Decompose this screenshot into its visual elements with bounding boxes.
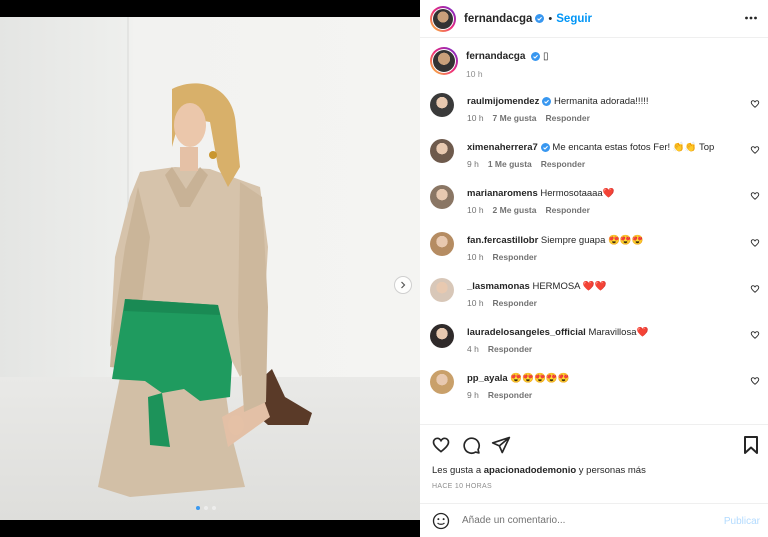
commenter-avatar[interactable] <box>430 185 454 210</box>
comment-row: _lasmamonas HERMOSA ❤️❤️ 10 h Responder <box>430 277 760 318</box>
comment-likes[interactable]: 7 Me gusta <box>493 113 537 123</box>
comment-row: pp_ayala 😍😍😍😍😍 9 h Responder <box>430 370 760 410</box>
post-timestamp[interactable]: HACE 10 HORAS <box>432 483 492 490</box>
share-send-icon[interactable] <box>491 435 511 455</box>
comment-time[interactable]: 10 h <box>467 205 484 215</box>
comment-row: raulmijomendez Hermanita adorada!!!!! 10 … <box>430 93 760 133</box>
reply-button[interactable]: Responder <box>488 344 532 354</box>
commenter-avatar[interactable] <box>430 93 454 117</box>
author-avatar[interactable] <box>430 5 456 32</box>
comment-text: Hermosotaaaa❤️ <box>540 188 615 200</box>
commenter-username[interactable]: ximenaherrera7 <box>467 142 538 153</box>
likes-suffix[interactable]: y personas más <box>579 465 646 476</box>
carousel-dot-active <box>196 506 200 510</box>
post-side-panel: fernandacga • Seguir fernandacga ▯ 10 h … <box>420 0 768 537</box>
comment-like-heart-icon[interactable] <box>750 376 760 386</box>
comment-like-heart-icon[interactable] <box>750 145 760 155</box>
comment-row: marianaromens Hermosotaaaa❤️ 10 h 2 Me gus… <box>430 185 760 225</box>
author-username[interactable]: fernandacga <box>464 13 532 25</box>
reply-button[interactable]: Responder <box>493 252 537 262</box>
carousel-dot <box>204 506 208 510</box>
caption-time: 10 h <box>466 69 483 79</box>
comment-icon[interactable] <box>461 435 481 455</box>
verified-badge-icon <box>531 51 541 61</box>
comment-text: HERMOSA ❤️❤️ <box>532 280 607 292</box>
post-media-pane <box>0 0 420 537</box>
carousel-indicator <box>196 506 216 510</box>
liked-by-user[interactable]: apacionadodemonio <box>484 465 576 476</box>
reply-button[interactable]: Responder <box>545 205 589 215</box>
comment-time[interactable]: 10 h <box>467 113 484 123</box>
caption-avatar[interactable] <box>430 47 458 75</box>
commenter-username[interactable]: marianaromens <box>467 188 538 199</box>
comment-like-heart-icon[interactable] <box>750 330 760 340</box>
comment-like-heart-icon[interactable] <box>750 191 760 201</box>
comment-time[interactable]: 9 h <box>467 159 479 169</box>
post-actions: Les gusta a apacionadodemonio y personas… <box>420 424 768 502</box>
commenter-avatar[interactable] <box>430 324 454 348</box>
comment-row: ximenaherrera7 Me encanta estas fotos Fe… <box>430 139 760 179</box>
comment-row: fan.fercastillobr Siempre guapa 😍😍😍 10 h R… <box>430 231 760 272</box>
commenter-username[interactable]: pp_ayala <box>467 373 508 384</box>
caption-text: ▯ <box>543 51 549 62</box>
header-separator: • <box>548 12 553 25</box>
commenter-username[interactable]: _lasmamonas <box>467 281 530 292</box>
comment-likes[interactable]: 1 Me gusta <box>488 159 532 169</box>
commenter-avatar[interactable] <box>430 277 454 302</box>
publish-button[interactable]: Publicar <box>724 516 760 527</box>
reply-button[interactable]: Responder <box>541 159 585 169</box>
reply-button[interactable]: Responder <box>493 298 537 308</box>
commenter-avatar[interactable] <box>430 370 454 395</box>
commenter-username[interactable]: fan.fercastillobr <box>467 235 538 246</box>
comments-list[interactable]: fernandacga ▯ 10 h raulmijomendez Herman… <box>420 39 768 424</box>
verified-badge-icon <box>535 14 545 23</box>
likes-summary: Les gusta a apacionadodemonio y personas… <box>432 465 646 476</box>
carousel-dot <box>212 506 216 510</box>
commenter-avatar[interactable] <box>430 231 454 256</box>
photo-figure <box>98 17 312 497</box>
chevron-right-icon <box>401 281 406 289</box>
more-options-icon[interactable] <box>744 11 758 25</box>
comment-time[interactable]: 10 h <box>467 298 484 308</box>
comment-input[interactable] <box>462 515 702 526</box>
comment-like-heart-icon[interactable] <box>750 284 760 294</box>
emoji-icon[interactable] <box>432 512 450 530</box>
comment-text: 😍😍😍😍😍 <box>510 373 570 385</box>
reply-button[interactable]: Responder <box>545 113 589 123</box>
likes-prefix: Les gusta a <box>432 465 482 476</box>
save-bookmark-icon[interactable] <box>742 435 760 455</box>
post-header: fernandacga • Seguir <box>420 0 768 38</box>
verified-badge-icon <box>540 143 550 153</box>
comment-text: Me encanta estas fotos Fer! 👏👏 Top <box>552 142 715 154</box>
follow-button[interactable]: Seguir <box>556 13 592 25</box>
comment-composer: Publicar <box>420 503 768 537</box>
next-slide-button[interactable] <box>394 276 412 294</box>
comment-time[interactable]: 9 h <box>467 390 479 400</box>
comment-text: Maravillosa❤️ <box>588 327 649 338</box>
commenter-username[interactable]: raulmijomendez <box>467 96 539 107</box>
comment-likes[interactable]: 2 Me gusta <box>493 205 537 215</box>
commenter-username[interactable]: lauradelosangeles_official <box>467 327 586 338</box>
reply-button[interactable]: Responder <box>488 390 532 400</box>
comment-time[interactable]: 4 h <box>467 344 479 354</box>
commenter-avatar[interactable] <box>430 139 454 164</box>
caption-username[interactable]: fernandacga <box>466 51 525 62</box>
verified-badge-icon <box>542 96 552 106</box>
comment-text: Siempre guapa 😍😍😍 <box>540 234 644 246</box>
comment-text: Hermanita adorada!!!!! <box>553 96 649 107</box>
comment-row: lauradelosangeles_official Maravillosa❤️… <box>430 324 760 364</box>
post-photo[interactable] <box>0 17 420 520</box>
like-heart-icon[interactable] <box>431 435 451 455</box>
comment-like-heart-icon[interactable] <box>750 99 760 109</box>
comment-time[interactable]: 10 h <box>467 252 484 262</box>
post-caption: fernandacga ▯ 10 h <box>430 47 549 79</box>
comment-like-heart-icon[interactable] <box>750 238 760 248</box>
